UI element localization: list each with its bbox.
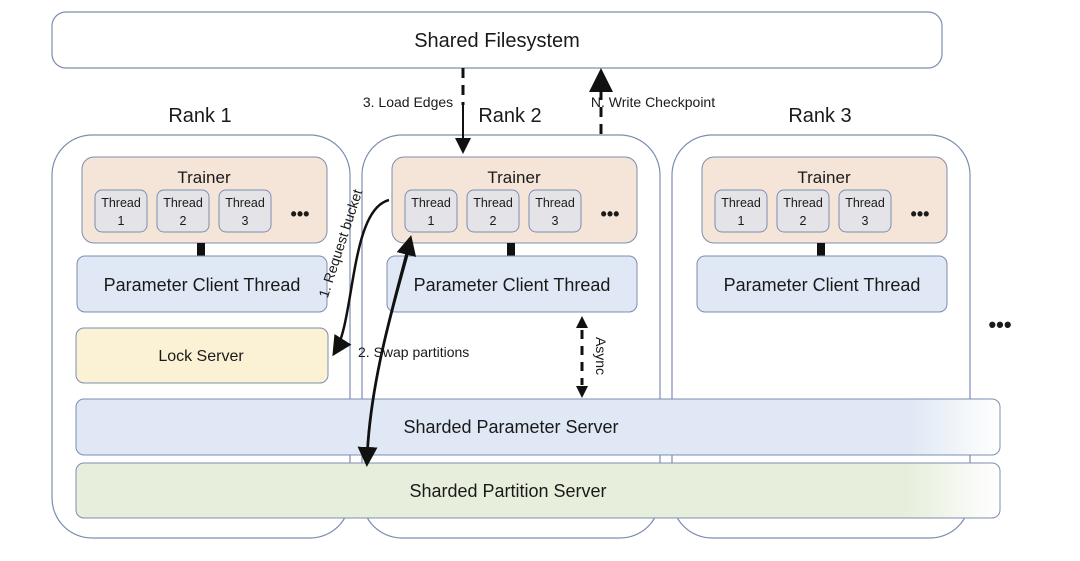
trainer: Trainer Thread 1 Thread 2 Thread 3 ••• bbox=[391, 156, 638, 244]
thread-number: 1 bbox=[428, 214, 435, 228]
thread-1: Thread 1 bbox=[404, 189, 458, 233]
thread-label: Thread bbox=[411, 196, 451, 210]
thread-label: Thread bbox=[845, 196, 885, 210]
thread-label: Thread bbox=[163, 196, 203, 210]
lock-label: Lock Server bbox=[158, 348, 244, 365]
thread-1: Thread 1 bbox=[94, 189, 148, 233]
thread-label: Thread bbox=[721, 196, 761, 210]
async-label: Async bbox=[593, 337, 609, 375]
parameter-client-thread: Parameter Client Thread bbox=[386, 255, 638, 313]
more-threads-ellipsis: ••• bbox=[291, 204, 310, 224]
thread-2: Thread 2 bbox=[466, 189, 520, 233]
swap-partitions-label: 2. Swap partitions bbox=[358, 344, 469, 360]
trainer-client-connector bbox=[197, 243, 205, 257]
client-label: Parameter Client Thread bbox=[104, 275, 301, 295]
write-checkpoint-arrow: N. Write Checkpoint bbox=[589, 68, 715, 134]
thread-number: 1 bbox=[738, 214, 745, 228]
thread-number: 2 bbox=[180, 214, 187, 228]
trainer: Trainer Thread 1 Thread 2 Thread 3 ••• bbox=[81, 156, 328, 244]
trainer-client-connector bbox=[507, 243, 515, 257]
client-label: Parameter Client Thread bbox=[724, 275, 921, 295]
thread-label: Thread bbox=[535, 196, 575, 210]
thread-number: 3 bbox=[552, 214, 559, 228]
load-edges-label: 3. Load Edges bbox=[363, 94, 453, 110]
thread-2: Thread 2 bbox=[156, 189, 210, 233]
thread-label: Thread bbox=[225, 196, 265, 210]
trainer-label: Trainer bbox=[487, 168, 541, 187]
write-checkpoint-label: N. Write Checkpoint bbox=[591, 94, 715, 110]
sharded-parameter-server: Sharded Parameter Server bbox=[75, 398, 1001, 456]
filesystem-label: Shared Filesystem bbox=[414, 30, 580, 52]
diagram: Shared Filesystem Rank 1TrainerThread1Th… bbox=[51, 11, 1012, 539]
thread-number: 2 bbox=[490, 214, 497, 228]
thread-number: 3 bbox=[242, 214, 249, 228]
thread-number: 1 bbox=[118, 214, 125, 228]
parameter-client-thread: Parameter Client Thread bbox=[76, 255, 328, 313]
rank-label: Rank 2 bbox=[478, 105, 541, 127]
thread-1: Thread 1 bbox=[714, 189, 768, 233]
trainer-client-connector bbox=[817, 243, 825, 257]
thread-3: Thread 3 bbox=[218, 189, 272, 233]
more-threads-ellipsis: ••• bbox=[601, 204, 620, 224]
trainer: Trainer Thread 1 Thread 2 Thread 3 ••• bbox=[701, 156, 948, 244]
thread-label: Thread bbox=[473, 196, 513, 210]
thread-label: Thread bbox=[101, 196, 141, 210]
more-ranks-ellipsis: ••• bbox=[988, 312, 1011, 337]
partition-server-label: Sharded Partition Server bbox=[409, 481, 606, 501]
thread-3: Thread 3 bbox=[528, 189, 582, 233]
thread-label: Thread bbox=[783, 196, 823, 210]
shared-filesystem: Shared Filesystem bbox=[51, 11, 943, 69]
parameter-client-thread: Parameter Client Thread bbox=[696, 255, 948, 313]
parameter-server-label: Sharded Parameter Server bbox=[403, 417, 618, 437]
thread-3: Thread 3 bbox=[838, 189, 892, 233]
rank-label: Rank 1 bbox=[168, 105, 231, 127]
thread-number: 3 bbox=[862, 214, 869, 228]
trainer-label: Trainer bbox=[177, 168, 231, 187]
thread-2: Thread 2 bbox=[776, 189, 830, 233]
lock-server: Lock Server bbox=[75, 327, 329, 384]
more-threads-ellipsis: ••• bbox=[911, 204, 930, 224]
client-label: Parameter Client Thread bbox=[414, 275, 611, 295]
trainer-label: Trainer bbox=[797, 168, 851, 187]
sharded-partition-server: Sharded Partition Server bbox=[75, 462, 1001, 519]
rank-label: Rank 3 bbox=[788, 105, 851, 127]
thread-number: 2 bbox=[800, 214, 807, 228]
